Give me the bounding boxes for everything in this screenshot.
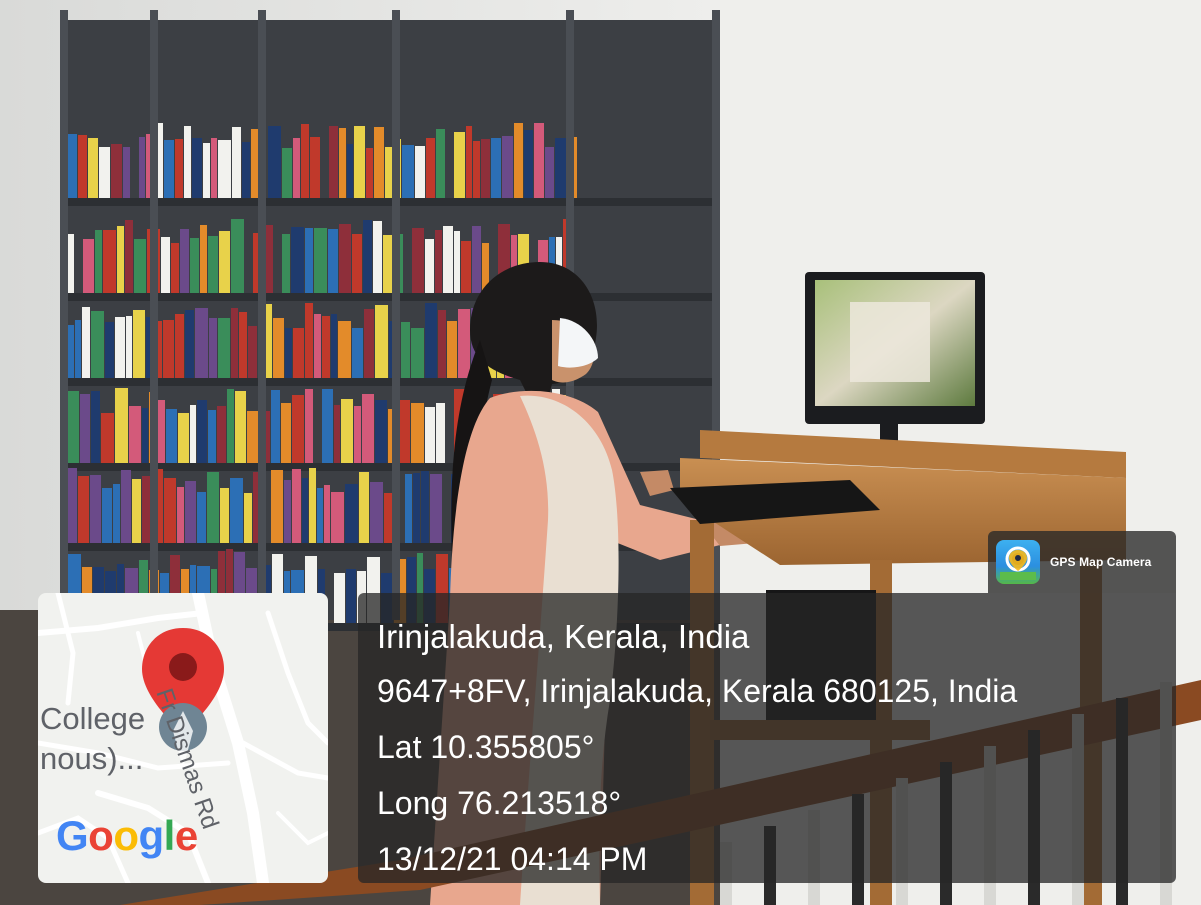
google-logo-letter: e (174, 812, 198, 859)
location-info-panel: Irinjalakuda, Kerala, India 9647+8FV, Ir… (358, 593, 1176, 883)
latitude: Lat 10.355805° (377, 729, 595, 765)
longitude: Long 76.213518° (377, 785, 622, 821)
google-logo-letter: G (56, 812, 89, 859)
gps-map-camera-badge: GPS Map Camera (988, 531, 1176, 593)
google-logo-letter: g (138, 812, 164, 859)
date-time: 13/12/21 04:14 PM (377, 841, 648, 877)
map-place-line-2: nous)... (40, 741, 144, 776)
google-logo-letter: l (163, 812, 176, 859)
gps-map-camera-label: GPS Map Camera (1050, 555, 1152, 569)
google-logo-letter: o (113, 812, 139, 859)
map-place-line-1: College (40, 701, 146, 736)
location-address: 9647+8FV, Irinjalakuda, Kerala 680125, I… (377, 673, 1018, 709)
location-title: Irinjalakuda, Kerala, India (377, 618, 750, 655)
google-logo: Google (56, 812, 198, 860)
gps-map-camera-app-icon (996, 540, 1040, 584)
google-logo-letter: o (88, 812, 114, 859)
